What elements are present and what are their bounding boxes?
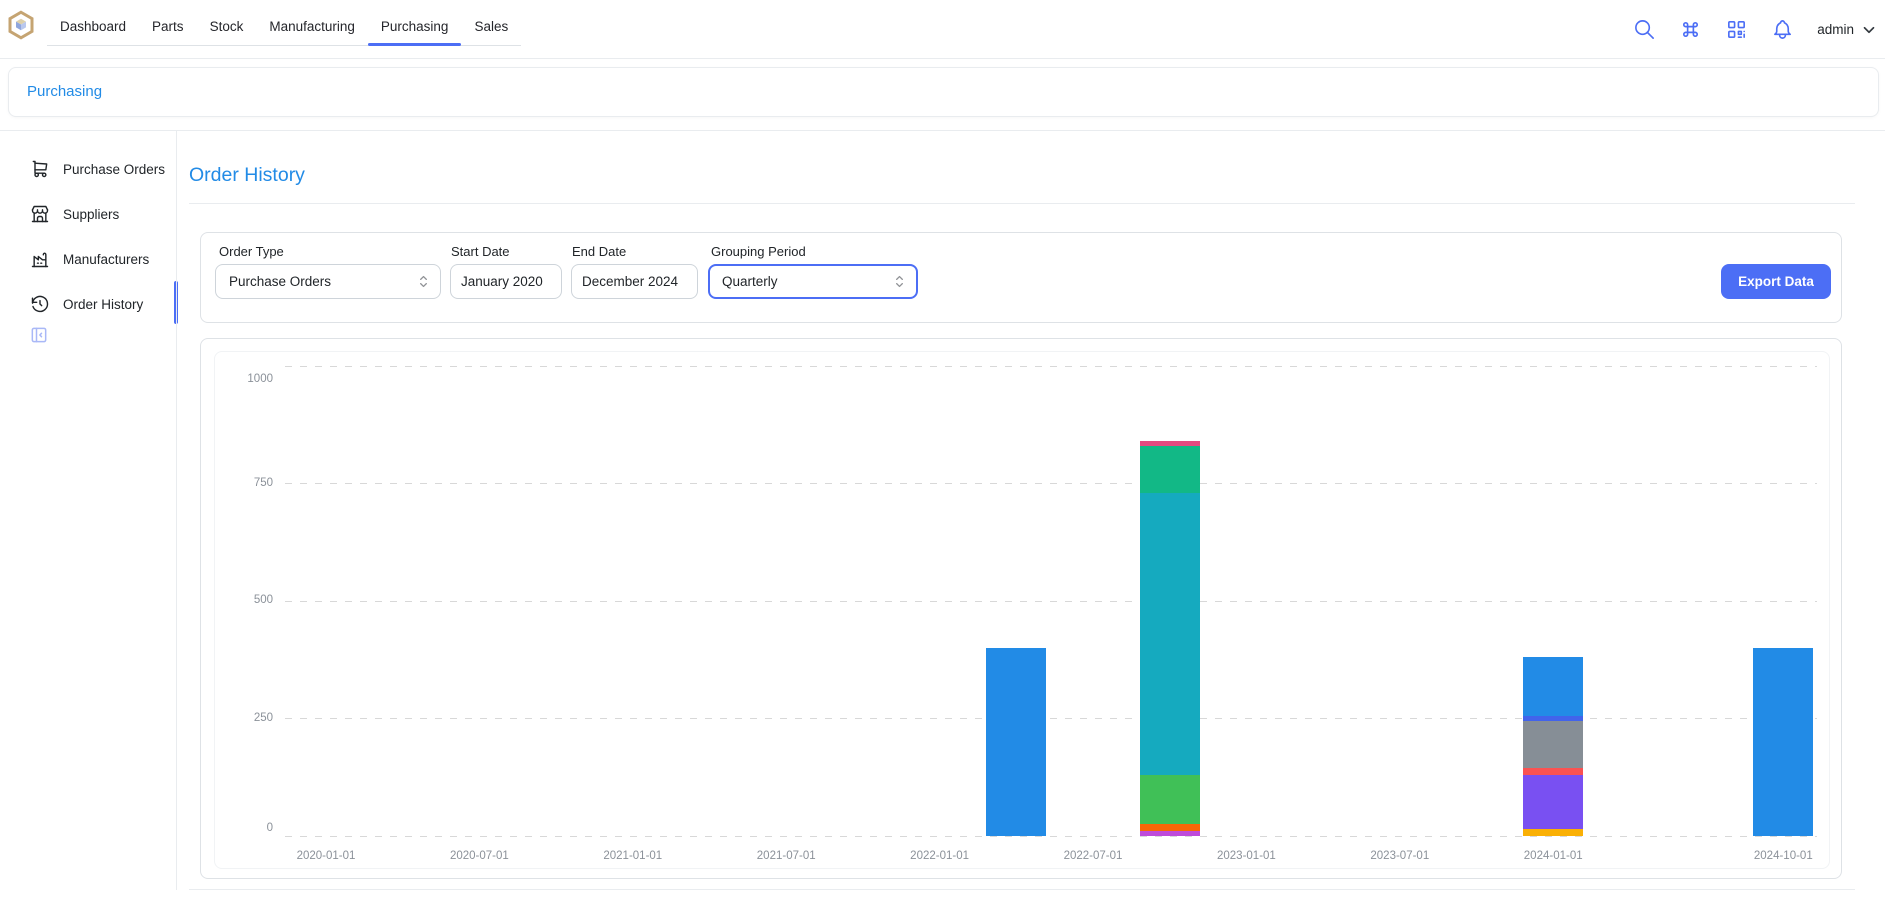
chart-bar-segment[interactable]	[1523, 768, 1583, 775]
x-axis-tick-label: 2020-07-01	[432, 850, 526, 862]
sidebar-divider	[176, 130, 177, 890]
qrcode-scan-icon[interactable]	[1725, 18, 1748, 41]
page-title: Order History	[189, 164, 305, 187]
gridline	[285, 836, 1817, 837]
x-axis-tick-label: 2021-01-01	[586, 850, 680, 862]
x-axis-tick-label: 2022-01-01	[893, 850, 987, 862]
sidebar-item-manufacturers[interactable]: Manufacturers	[30, 247, 149, 271]
tab-manufacturing[interactable]: Manufacturing	[256, 10, 368, 45]
sidebar-item-suppliers[interactable]: Suppliers	[30, 202, 119, 226]
shopping-cart-icon	[30, 159, 50, 179]
chart-bar-segment[interactable]	[1140, 824, 1200, 831]
topbar-actions: admin	[1633, 0, 1878, 59]
gridline	[285, 483, 1817, 484]
gridline	[285, 366, 1817, 367]
tab-dashboard[interactable]: Dashboard	[47, 10, 139, 45]
tab-sales[interactable]: Sales	[461, 10, 521, 45]
order-type-value: Purchase Orders	[229, 274, 331, 289]
chart-bar-segment[interactable]	[1753, 648, 1813, 836]
x-axis-tick-label: 2023-01-01	[1199, 850, 1293, 862]
sidebar-item-label: Suppliers	[63, 207, 119, 222]
sidebar-item-order-history[interactable]: Order History	[30, 292, 143, 316]
chevron-down-icon	[1860, 21, 1878, 39]
end-date-input[interactable]	[571, 264, 698, 299]
tab-purchasing[interactable]: Purchasing	[368, 10, 462, 45]
sidebar-item-label: Order History	[63, 297, 143, 312]
building-store-icon	[30, 204, 50, 224]
grouping-period-label: Grouping Period	[711, 244, 806, 259]
x-axis-tick-label: 2024-10-01	[1736, 850, 1830, 862]
chart-bar-segment[interactable]	[1140, 775, 1200, 824]
chevron-selector-icon	[415, 273, 432, 290]
x-axis-tick-label: 2023-07-01	[1353, 850, 1447, 862]
y-axis-tick-label: 0	[215, 822, 273, 834]
title-divider	[189, 203, 1855, 204]
sidebar-item-label: Manufacturers	[63, 252, 149, 267]
x-axis-tick-label: 2021-07-01	[739, 850, 833, 862]
y-axis-tick-label: 1000	[215, 373, 273, 385]
chevron-selector-icon	[891, 273, 908, 290]
order-history-chart-plot: 0 250 500 750 1000 2020-01-01 2020-07-01 2021-0…	[215, 352, 1829, 868]
y-axis-tick-label: 500	[215, 594, 273, 606]
tab-parts[interactable]: Parts	[139, 10, 197, 45]
order-type-label: Order Type	[219, 244, 284, 259]
chart-card: 0 250 500 750 1000 2020-01-01 2020-07-01 2021-0…	[200, 338, 1842, 879]
y-axis-tick-label: 750	[215, 477, 273, 489]
chart-bar-segment[interactable]	[1140, 831, 1200, 836]
content-top-divider	[0, 130, 1885, 131]
chart-bar-segment[interactable]	[1523, 829, 1583, 836]
chart-bar-segment[interactable]	[1523, 775, 1583, 829]
filter-card: Order Type Start Date End Date Grouping …	[200, 232, 1842, 323]
notifications-bell-icon[interactable]	[1771, 18, 1794, 41]
start-date-label: Start Date	[451, 244, 510, 259]
content-bottom-divider	[189, 889, 1855, 890]
chart-bar-segment[interactable]	[986, 648, 1046, 836]
x-axis-tick-label: 2020-01-01	[279, 850, 373, 862]
chart-bar-segment[interactable]	[1523, 721, 1583, 768]
tab-stock[interactable]: Stock	[197, 10, 257, 45]
search-icon[interactable]	[1633, 18, 1656, 41]
grouping-period-value: Quarterly	[722, 274, 778, 289]
app-logo-icon[interactable]	[6, 10, 36, 40]
chart-bar[interactable]	[986, 648, 1046, 836]
x-axis-tick-label: 2022-07-01	[1046, 850, 1140, 862]
order-type-select[interactable]: Purchase Orders	[215, 264, 441, 299]
main-nav-tabs: Dashboard Parts Stock Manufacturing Purc…	[47, 10, 521, 46]
user-menu[interactable]: admin	[1817, 21, 1878, 39]
chart-bar-segment[interactable]	[1523, 657, 1583, 716]
topbar: Dashboard Parts Stock Manufacturing Purc…	[0, 0, 1885, 59]
chart-bar[interactable]	[1140, 441, 1200, 836]
sidebar-item-label: Purchase Orders	[63, 162, 165, 177]
end-date-label: End Date	[572, 244, 626, 259]
x-axis-tick-label: 2024-01-01	[1506, 850, 1600, 862]
chart-bar-segment[interactable]	[1140, 446, 1200, 493]
building-factory-icon	[30, 249, 50, 269]
y-axis-tick-label: 250	[215, 712, 273, 724]
order-history-chart: 0 250 500 750 1000 2020-01-01 2020-07-01 2021-0…	[214, 351, 1830, 869]
chart-bar[interactable]	[1523, 657, 1583, 836]
gridline	[285, 718, 1817, 719]
start-date-input[interactable]	[450, 264, 562, 299]
user-name: admin	[1817, 22, 1854, 37]
chart-bar[interactable]	[1753, 648, 1813, 836]
sidebar-collapse-icon[interactable]	[29, 325, 49, 345]
command-icon[interactable]	[1679, 18, 1702, 41]
export-data-button[interactable]: Export Data	[1721, 264, 1831, 299]
history-clock-icon	[30, 294, 50, 314]
grouping-period-select[interactable]: Quarterly	[708, 264, 918, 299]
gridline	[285, 601, 1817, 602]
breadcrumb-panel: Purchasing	[8, 67, 1879, 117]
sidebar-item-purchase-orders[interactable]: Purchase Orders	[30, 157, 165, 181]
chart-bar-segment[interactable]	[1140, 493, 1200, 775]
breadcrumb-purchasing[interactable]: Purchasing	[27, 68, 102, 116]
